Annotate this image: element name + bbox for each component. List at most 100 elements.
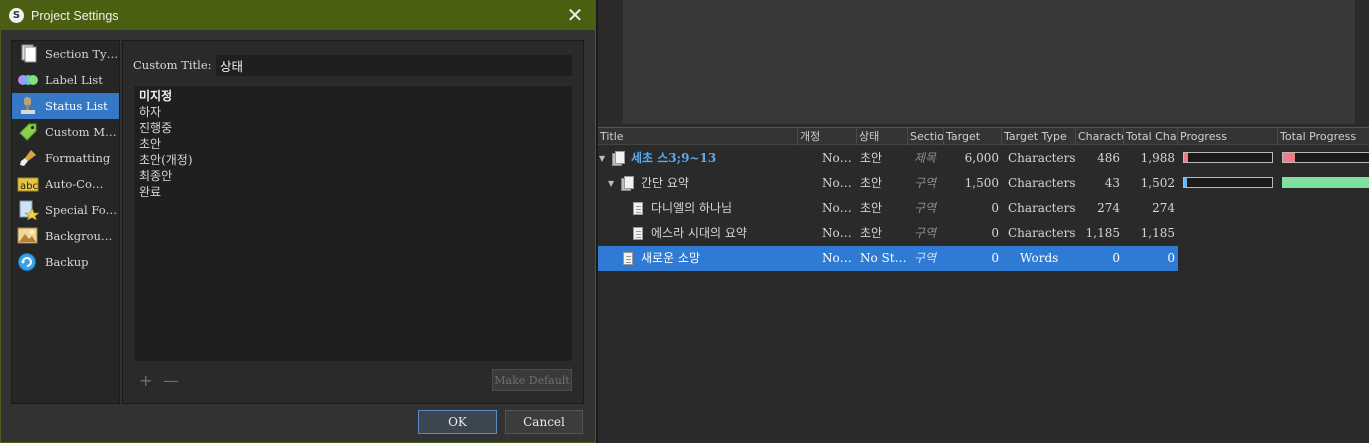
cancel-button[interactable]: Cancel xyxy=(505,410,583,434)
row-section: 제목 xyxy=(914,151,937,165)
row-status: 초안 xyxy=(860,226,883,240)
formatting-icon xyxy=(17,148,39,168)
outline-row[interactable]: 에스라 시대의 요약 No… 초안 구역 0 Characters 1,185 … xyxy=(598,221,1178,246)
row-target-type: Characters xyxy=(1008,201,1076,215)
column-header-progress[interactable]: Progress xyxy=(1178,128,1278,145)
sidebar-item-section-types[interactable]: Section Ty… xyxy=(12,41,119,67)
progress-fill xyxy=(1184,153,1188,162)
column-header-total-progress[interactable]: Total Progress xyxy=(1278,128,1369,145)
row-target: 0 xyxy=(991,251,999,265)
sidebar-item-formatting[interactable]: Formatting xyxy=(12,145,119,171)
status-item[interactable]: 완료 xyxy=(139,184,567,200)
remove-status-button[interactable]: — xyxy=(163,371,179,390)
row-revision: No… xyxy=(822,251,852,265)
status-item[interactable]: 하자 xyxy=(139,104,567,120)
expand-arrow-icon[interactable]: ▼ xyxy=(599,146,605,171)
row-title: 에스라 시대의 요약 xyxy=(651,226,747,240)
sidebar-item-backup[interactable]: Backup xyxy=(12,249,119,275)
sidebar-item-auto-complete[interactable]: abc Auto-Co… xyxy=(12,171,119,197)
row-total-characters: 274 xyxy=(1152,201,1175,215)
svg-text:abc: abc xyxy=(20,181,38,192)
column-header-target-type[interactable]: Target Type xyxy=(1002,128,1076,145)
row-target-type: Words xyxy=(1020,251,1059,265)
sidebar-item-status-list[interactable]: Status List xyxy=(12,93,119,119)
folder-document-icon xyxy=(612,151,625,166)
outline-row[interactable]: ▼ 간단 요약 No… 초안 구역 1,500 Characters 43 1,… xyxy=(598,171,1178,196)
column-header-characters[interactable]: Characters xyxy=(1076,128,1124,145)
expand-arrow-icon[interactable]: ▼ xyxy=(608,171,614,196)
row-target-type: Characters xyxy=(1008,176,1076,190)
sidebar-item-label: Custom M… xyxy=(45,125,117,139)
row-total-characters: 1,988 xyxy=(1140,151,1175,165)
sidebar-item-custom-metadata[interactable]: Custom M… xyxy=(12,119,119,145)
make-default-button[interactable]: Make Default xyxy=(492,369,572,391)
outline-header: Title 개정 상태 Section Target Target Type C… xyxy=(598,127,1369,145)
app-logo-icon: S xyxy=(9,8,24,23)
status-item[interactable]: 초안 xyxy=(139,136,567,152)
row-status: 초안 xyxy=(860,176,883,190)
dialog-title: Project Settings xyxy=(31,8,119,23)
row-characters: 0 xyxy=(1112,251,1120,265)
outline-row[interactable]: 다니엘의 하나님 No… 초안 구역 0 Characters 274 274 xyxy=(598,196,1178,221)
status-item[interactable]: 초안(개정) xyxy=(139,152,567,168)
column-header-title[interactable]: Title xyxy=(598,128,798,145)
column-header-total-characters[interactable]: Total Characters xyxy=(1124,128,1178,145)
sidebar-item-label: Formatting xyxy=(45,151,111,165)
column-header-target[interactable]: Target xyxy=(944,128,1002,145)
row-title: 새로운 소망 xyxy=(641,251,701,265)
sidebar-item-label: Special Fol… xyxy=(45,203,119,217)
section-types-icon xyxy=(17,44,39,64)
label-list-icon xyxy=(17,70,39,90)
progress-bar xyxy=(1183,177,1273,188)
row-target: 0 xyxy=(991,201,999,215)
sidebar-item-label: Section Ty… xyxy=(45,47,119,61)
backup-icon xyxy=(17,252,39,272)
outline-row-selected[interactable]: 새로운 소망 No… No St… 구역 0 Words 0 0 xyxy=(598,246,1178,271)
column-header-section[interactable]: Section xyxy=(908,128,944,145)
row-revision: No… xyxy=(822,151,852,165)
sidebar-item-label-list[interactable]: Label List xyxy=(12,67,119,93)
row-revision: No… xyxy=(822,176,852,190)
sidebar-item-backgrounds[interactable]: Backgroun… xyxy=(12,223,119,249)
outline-view: Title 개정 상태 Section Target Target Type C… xyxy=(598,127,1369,443)
document-icon xyxy=(623,252,633,265)
column-header-status[interactable]: 상태 xyxy=(857,128,908,145)
add-status-button[interactable]: + xyxy=(139,371,152,390)
folder-document-icon xyxy=(621,176,634,191)
column-header-revision[interactable]: 개정 xyxy=(798,128,857,145)
row-total-characters: 1,502 xyxy=(1140,176,1175,190)
status-list-icon xyxy=(17,96,39,116)
status-list[interactable]: 미지정 하자 진행중 초안 초안(개정) 최종안 완료 xyxy=(133,85,573,362)
row-section: 구역 xyxy=(914,176,937,190)
ok-button[interactable]: OK xyxy=(418,410,497,434)
document-icon xyxy=(633,227,643,240)
status-item[interactable]: 최종안 xyxy=(139,168,567,184)
row-characters: 43 xyxy=(1104,176,1120,190)
sidebar-item-label: Label List xyxy=(45,73,103,87)
custom-title-label: Custom Title: xyxy=(133,58,212,72)
settings-sidebar: Section Ty… Label List Status List Custo… xyxy=(11,40,120,404)
status-item[interactable]: 미지정 xyxy=(139,88,567,104)
outline-row[interactable]: ▼ 세초 스3;9~13 No… 초안 제목 6,000 Characters … xyxy=(598,146,1178,171)
sidebar-item-special-folders[interactable]: Special Fol… xyxy=(12,197,119,223)
special-folders-icon xyxy=(17,200,40,221)
status-item[interactable]: 진행중 xyxy=(139,120,567,136)
row-status: 초안 xyxy=(860,201,883,215)
total-progress-fill xyxy=(1283,178,1369,187)
sidebar-item-label: Backgroun… xyxy=(45,229,119,243)
row-total-characters: 0 xyxy=(1167,251,1175,265)
row-target: 1,500 xyxy=(964,176,999,190)
row-title: 세초 스3;9~13 xyxy=(631,151,717,165)
row-section: 구역 xyxy=(914,251,937,265)
editor-area[interactable] xyxy=(623,0,1355,124)
row-characters: 1,185 xyxy=(1085,226,1120,240)
project-settings-dialog: S Project Settings ✕ Section Ty… Label L… xyxy=(0,0,596,443)
row-characters: 486 xyxy=(1097,151,1120,165)
sidebar-item-label: Status List xyxy=(45,99,108,113)
close-button[interactable]: ✕ xyxy=(565,5,585,25)
custom-title-input[interactable] xyxy=(215,54,573,77)
row-target-type: Characters xyxy=(1008,151,1076,165)
sidebar-item-label: Auto-Co… xyxy=(45,177,104,191)
editor-pane xyxy=(598,0,1369,126)
row-target: 0 xyxy=(991,226,999,240)
